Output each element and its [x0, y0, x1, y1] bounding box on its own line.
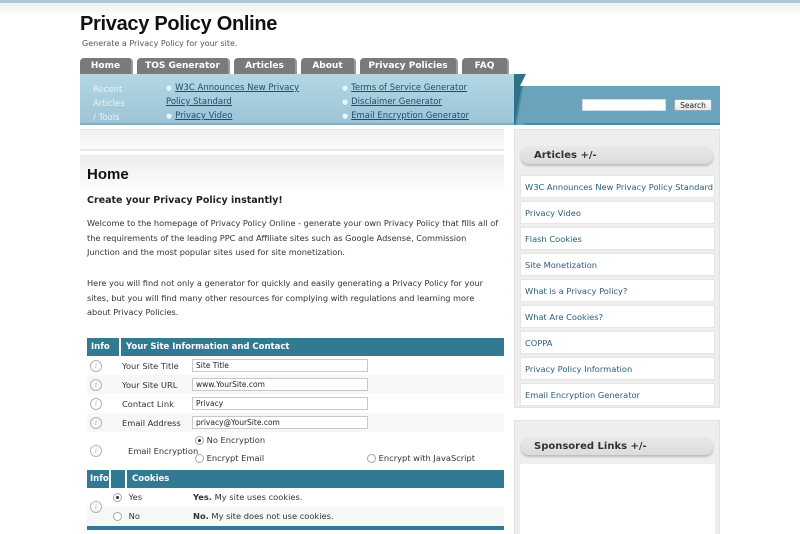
radio-encrypt-email[interactable]: Encrypt Email — [195, 453, 264, 463]
site-tagline: Generate a Privacy Policy for your site. — [82, 39, 238, 48]
tool-link[interactable]: Terms of Service Generator — [351, 83, 467, 93]
radio-button[interactable] — [367, 454, 376, 463]
nav-tab-about[interactable]: About — [301, 58, 356, 74]
form-row-email-encryption: i Email Encryption No Encryption Encrypt… — [87, 432, 504, 470]
sidebar-article-link[interactable]: What Are Cookies? — [520, 305, 715, 328]
radio-button[interactable] — [113, 512, 122, 521]
bullet-icon: ● — [166, 84, 173, 92]
recent-articles-label: Recent Articles / Tools — [93, 85, 125, 123]
search-button[interactable]: Search — [674, 99, 712, 111]
site-title-input[interactable]: Site Title — [192, 359, 368, 372]
radio-encrypt-javascript[interactable]: Encrypt with JavaScript — [367, 453, 475, 463]
nav-tab-articles[interactable]: Articles — [234, 58, 297, 74]
search-bar: Search — [514, 74, 720, 125]
site-title[interactable]: Privacy Policy Online — [80, 13, 277, 36]
info-icon[interactable]: i — [90, 397, 102, 410]
intro-paragraph: Welcome to the homepage of Privacy Polic… — [87, 218, 499, 257]
radio-cookies-yes[interactable]: Yes — [113, 492, 142, 502]
resources-paragraph: Here you will find not only a generator … — [87, 278, 483, 317]
form-row-contact-link: i Contact Link Privacy — [87, 394, 504, 413]
section-header-cookies: Info Cookies — [87, 470, 504, 488]
radio-button[interactable] — [113, 493, 122, 502]
bullet-icon: ● — [342, 98, 349, 106]
recent-articles-list: ● W3C Announces New Privacy Policy Standa… — [166, 81, 326, 123]
sidebar-article-link[interactable]: COPPA — [520, 331, 715, 354]
subheading: Create your Privacy Policy instantly! — [87, 195, 283, 206]
sidebar-article-link[interactable]: What is a Privacy Policy? — [520, 279, 715, 302]
bullet-icon: ● — [342, 84, 349, 92]
articles-list: W3C Announces New Privacy Policy Standar… — [520, 175, 715, 409]
info-icon[interactable]: i — [90, 416, 102, 429]
email-address-input[interactable]: privacy@YourSite.com — [192, 416, 368, 429]
sidebar-article-link[interactable]: Flash Cookies — [520, 227, 715, 250]
articles-toggle[interactable]: Articles +/- — [521, 146, 713, 164]
info-icon[interactable]: i — [90, 501, 102, 513]
info-icon[interactable]: i — [90, 359, 102, 372]
sponsored-links-sidebar: Sponsored Links +/- — [514, 420, 720, 534]
bullet-icon: ● — [166, 112, 173, 120]
sidebar-article-link[interactable]: Site Monetization — [520, 253, 715, 276]
contact-link-input[interactable]: Privacy — [192, 397, 368, 410]
radio-button[interactable] — [195, 436, 204, 445]
sidebar-article-link[interactable]: Privacy Video — [520, 201, 715, 224]
sidebar-article-link[interactable]: W3C Announces New Privacy Policy Standar… — [520, 175, 715, 198]
recent-article-link[interactable]: Privacy Video — [175, 111, 232, 121]
page-title: Home — [87, 166, 129, 183]
bullet-icon: ● — [342, 112, 349, 120]
sponsored-links-toggle[interactable]: Sponsored Links +/- — [521, 437, 713, 455]
nav-tab-home[interactable]: Home — [80, 58, 133, 74]
nav-tab-faq[interactable]: FAQ — [462, 58, 509, 74]
sidebar-article-link[interactable]: Email Encryption Generator — [520, 383, 715, 406]
section-header-site-info: Info Your Site Information and Contact — [87, 338, 504, 356]
search-input[interactable] — [582, 99, 666, 111]
form-row-email-address: i Email Address privacy@YourSite.com — [87, 413, 504, 432]
info-icon[interactable]: i — [90, 378, 102, 391]
nav-tab-tos-generator[interactable]: TOS Generator — [137, 58, 230, 74]
tool-link[interactable]: Disclaimer Generator — [351, 97, 442, 107]
form-row-site-url: i Your Site URL www.YourSite.com — [87, 375, 504, 394]
radio-cookies-no[interactable]: No — [113, 511, 140, 521]
recent-article-link[interactable]: W3C Announces New Privacy Policy Standar… — [166, 83, 299, 107]
form-row-site-title: i Your Site Title Site Title — [87, 356, 504, 375]
nav-tab-privacy-policies[interactable]: Privacy Policies — [360, 58, 458, 74]
radio-no-encryption[interactable]: No Encryption — [195, 435, 265, 445]
recent-articles-bar: Recent Articles / Tools ● W3C Announces N… — [80, 74, 514, 125]
sidebar-article-link[interactable]: Privacy Policy Information — [520, 357, 715, 380]
sponsored-links-area — [520, 464, 715, 534]
form-row-cookies: i Yes Yes. My site uses cookies. No No. … — [87, 488, 504, 526]
tool-link[interactable]: Email Encryption Generator — [351, 111, 469, 121]
articles-sidebar: Articles +/- W3C Announces New Privacy P… — [514, 129, 720, 408]
info-icon[interactable]: i — [90, 445, 102, 457]
site-url-input[interactable]: www.YourSite.com — [192, 378, 368, 391]
tools-list: ● Terms of Service Generator ● Disclaimer … — [342, 81, 512, 123]
radio-button[interactable] — [195, 454, 204, 463]
main-content: Home Create your Privacy Policy instantl… — [80, 129, 504, 534]
policy-form: Info Your Site Information and Contact i… — [87, 338, 504, 530]
main-nav: Home TOS Generator Articles About Privac… — [80, 58, 513, 74]
